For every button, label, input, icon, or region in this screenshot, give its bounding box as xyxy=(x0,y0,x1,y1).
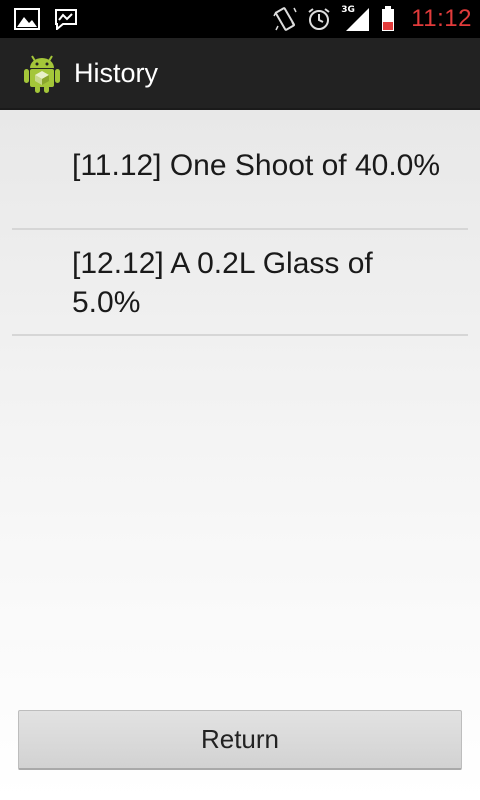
status-clock: 11:12 xyxy=(411,5,472,32)
alarm-icon xyxy=(307,7,331,31)
return-button[interactable]: Return xyxy=(18,710,462,770)
status-bar-right: 3G 11:12 xyxy=(273,5,472,33)
messenger-icon xyxy=(54,8,78,30)
network-type-label: 3G xyxy=(341,5,355,15)
vibrate-icon xyxy=(273,6,297,32)
action-bar: History xyxy=(0,38,480,110)
list-item[interactable]: [12.12] A 0.2L Glass of 5.0% xyxy=(12,230,468,336)
status-bar: 3G 11:12 xyxy=(0,0,480,38)
page-title: History xyxy=(74,57,159,88)
battery-icon xyxy=(381,6,395,32)
image-icon xyxy=(14,8,40,30)
list-item[interactable]: [11.12] One Shoot of 40.0% xyxy=(12,132,468,230)
android-app-icon[interactable] xyxy=(22,52,62,94)
main-content: [11.12] One Shoot of 40.0% [12.12] A 0.2… xyxy=(0,110,480,800)
status-bar-left xyxy=(14,8,78,30)
signal-3g-icon: 3G xyxy=(341,5,371,32)
history-list: [11.12] One Shoot of 40.0% [12.12] A 0.2… xyxy=(12,132,468,336)
